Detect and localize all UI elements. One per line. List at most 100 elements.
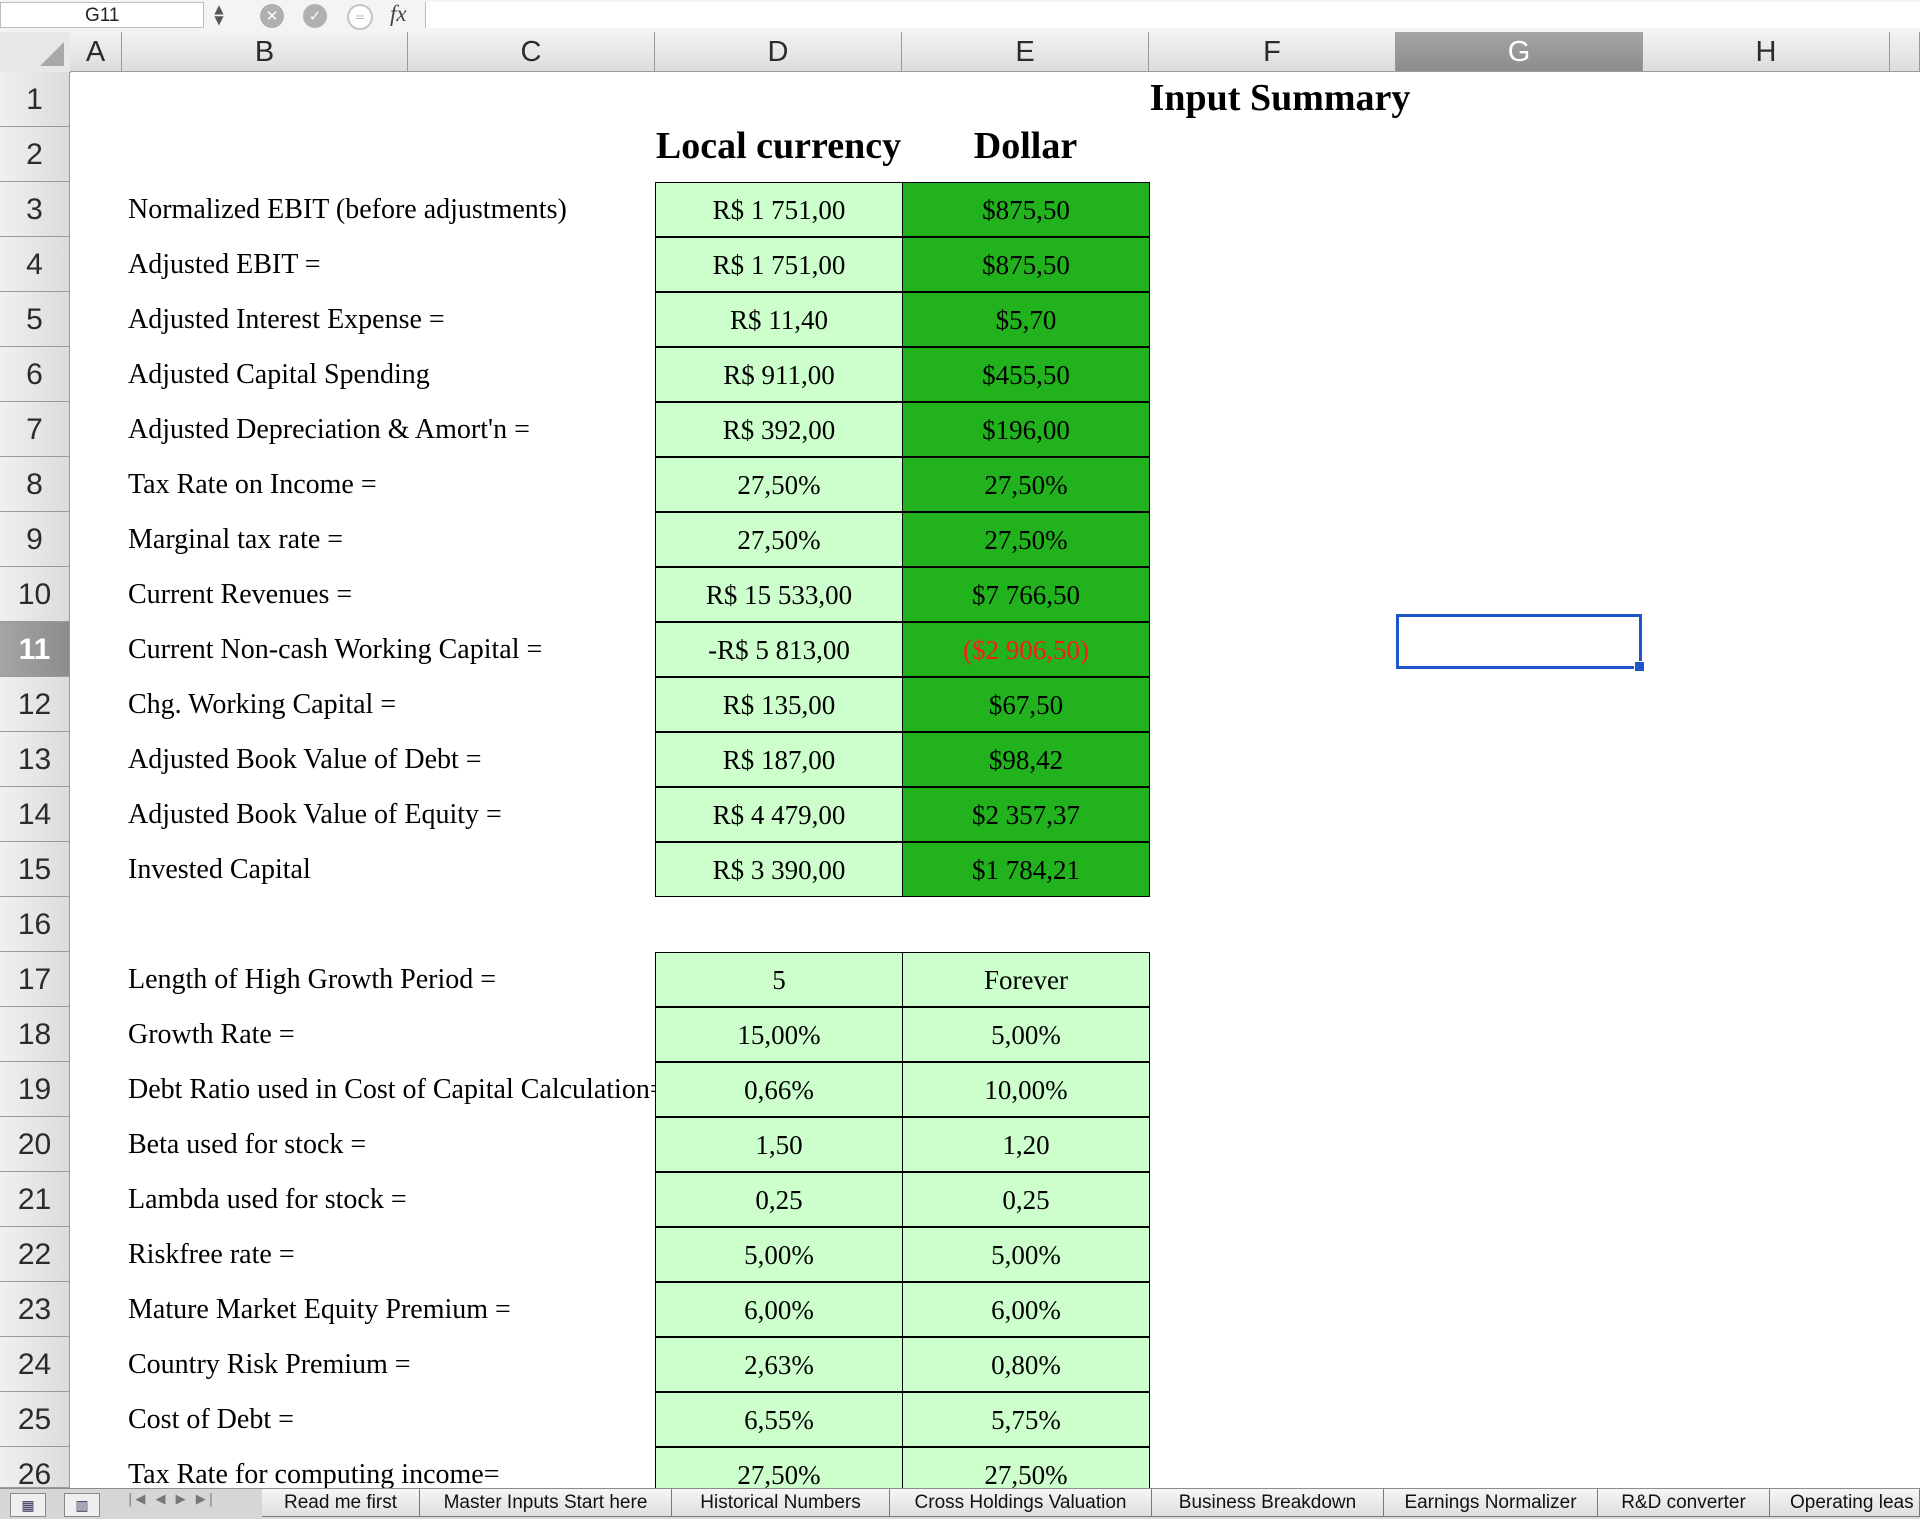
name-box-stepper-icon[interactable]: ▲ ▼: [210, 3, 228, 28]
row-header[interactable]: 16: [0, 897, 70, 952]
normal-view-icon[interactable]: ▦: [10, 1493, 46, 1517]
fill-handle[interactable]: [1634, 661, 1645, 672]
dollar-value-cell[interactable]: 5,75%: [902, 1392, 1150, 1447]
local-value-cell[interactable]: 0,25: [655, 1172, 903, 1227]
local-value-cell[interactable]: 27,50%: [655, 1447, 903, 1488]
name-box[interactable]: G11: [0, 2, 204, 28]
dollar-value-cell[interactable]: 0,80%: [902, 1337, 1150, 1392]
dollar-value-cell[interactable]: $2 357,37: [902, 787, 1150, 842]
row-header[interactable]: 9: [0, 512, 70, 567]
column-header-i[interactable]: [1890, 32, 1920, 72]
dollar-value-cell[interactable]: $875,50: [902, 182, 1150, 237]
column-header-h[interactable]: H: [1643, 32, 1890, 72]
local-value-cell[interactable]: 27,50%: [655, 457, 903, 512]
row-header[interactable]: 1: [0, 72, 70, 127]
dollar-value-cell[interactable]: $5,70: [902, 292, 1150, 347]
sheet-tab[interactable]: Historical Numbers: [672, 1489, 890, 1517]
column-header-g[interactable]: G: [1396, 32, 1643, 72]
dollar-value-cell[interactable]: $875,50: [902, 237, 1150, 292]
local-value-cell[interactable]: 6,55%: [655, 1392, 903, 1447]
sheet-tab[interactable]: Business Breakdown: [1152, 1489, 1384, 1517]
row-header[interactable]: 12: [0, 677, 70, 732]
local-value-cell[interactable]: R$ 3 390,00: [655, 842, 903, 897]
local-value-cell[interactable]: 15,00%: [655, 1007, 903, 1062]
page-layout-view-icon[interactable]: ▥: [64, 1493, 100, 1517]
local-value-cell[interactable]: 6,00%: [655, 1282, 903, 1337]
confirm-icon[interactable]: ✓: [303, 4, 327, 28]
column-header-a[interactable]: A: [70, 32, 122, 72]
sheet-tab[interactable]: Read me first: [262, 1489, 420, 1517]
row-header[interactable]: 3: [0, 182, 70, 237]
function-wizard-icon[interactable]: =: [347, 4, 373, 30]
row-header[interactable]: 25: [0, 1392, 70, 1447]
sheet-tab[interactable]: Operating leas: [1770, 1489, 1920, 1517]
row-header[interactable]: 8: [0, 457, 70, 512]
dollar-value-cell[interactable]: 5,00%: [902, 1227, 1150, 1282]
local-value-cell[interactable]: R$ 1 751,00: [655, 182, 903, 237]
row-header[interactable]: 4: [0, 237, 70, 292]
sheet-tab[interactable]: Earnings Normalizer: [1384, 1489, 1598, 1517]
select-all-corner[interactable]: [0, 32, 71, 73]
local-value-cell[interactable]: R$ 4 479,00: [655, 787, 903, 842]
dollar-value-cell[interactable]: $196,00: [902, 402, 1150, 457]
row-header[interactable]: 17: [0, 952, 70, 1007]
row-header[interactable]: 26: [0, 1447, 70, 1488]
sheet-navigation-icon[interactable]: |◀ ◀ ▶ ▶|: [128, 1492, 216, 1507]
row-header[interactable]: 2: [0, 127, 70, 182]
local-value-cell[interactable]: 2,63%: [655, 1337, 903, 1392]
row-header[interactable]: 22: [0, 1227, 70, 1282]
row-header[interactable]: 24: [0, 1337, 70, 1392]
row-header[interactable]: 19: [0, 1062, 70, 1117]
dollar-value-cell[interactable]: $67,50: [902, 677, 1150, 732]
formula-input[interactable]: [425, 2, 1920, 28]
sheet-tab[interactable]: Master Inputs Start here: [420, 1489, 672, 1517]
local-value-cell[interactable]: R$ 392,00: [655, 402, 903, 457]
cancel-icon[interactable]: ✕: [260, 4, 284, 28]
dollar-value-cell[interactable]: 0,25: [902, 1172, 1150, 1227]
dollar-value-cell[interactable]: 27,50%: [902, 457, 1150, 512]
local-value-cell[interactable]: 27,50%: [655, 512, 903, 567]
dollar-value-cell[interactable]: 6,00%: [902, 1282, 1150, 1337]
local-value-cell[interactable]: R$ 911,00: [655, 347, 903, 402]
dollar-value-cell[interactable]: 1,20: [902, 1117, 1150, 1172]
dollar-value-cell[interactable]: $1 784,21: [902, 842, 1150, 897]
row-header[interactable]: 14: [0, 787, 70, 842]
column-header-b[interactable]: B: [122, 32, 408, 72]
dollar-value-cell[interactable]: $7 766,50: [902, 567, 1150, 622]
dollar-value-cell[interactable]: 27,50%: [902, 512, 1150, 567]
row-header[interactable]: 23: [0, 1282, 70, 1337]
dollar-value-cell-negative[interactable]: ($2 906,50): [902, 622, 1150, 677]
local-value-cell[interactable]: R$ 11,40: [655, 292, 903, 347]
column-header-e[interactable]: E: [902, 32, 1149, 72]
dollar-value-cell[interactable]: 10,00%: [902, 1062, 1150, 1117]
sheet-tab[interactable]: Cross Holdings Valuation: [890, 1489, 1152, 1517]
dollar-value-cell[interactable]: 27,50%: [902, 1447, 1150, 1488]
local-value-cell[interactable]: R$ 135,00: [655, 677, 903, 732]
dollar-value-cell[interactable]: $455,50: [902, 347, 1150, 402]
row-header[interactable]: 10: [0, 567, 70, 622]
row-header[interactable]: 5: [0, 292, 70, 347]
column-header-f[interactable]: F: [1149, 32, 1396, 72]
dollar-value-cell[interactable]: 5,00%: [902, 1007, 1150, 1062]
column-header-d[interactable]: D: [655, 32, 902, 72]
row-header[interactable]: 6: [0, 347, 70, 402]
dollar-value-cell[interactable]: Forever: [902, 952, 1150, 1007]
dollar-value-cell[interactable]: $98,42: [902, 732, 1150, 787]
local-value-cell[interactable]: 5,00%: [655, 1227, 903, 1282]
column-header-c[interactable]: C: [408, 32, 655, 72]
selected-cell-g11[interactable]: [1396, 614, 1645, 672]
sheet-tab[interactable]: R&D converter: [1598, 1489, 1770, 1517]
local-value-cell[interactable]: -R$ 5 813,00: [655, 622, 903, 677]
row-header[interactable]: 21: [0, 1172, 70, 1227]
local-value-cell[interactable]: R$ 15 533,00: [655, 567, 903, 622]
row-header-active[interactable]: 11: [0, 622, 70, 677]
row-header[interactable]: 7: [0, 402, 70, 457]
row-header[interactable]: 13: [0, 732, 70, 787]
local-value-cell[interactable]: 1,50: [655, 1117, 903, 1172]
row-header[interactable]: 18: [0, 1007, 70, 1062]
row-header[interactable]: 15: [0, 842, 70, 897]
row-header[interactable]: 20: [0, 1117, 70, 1172]
local-value-cell[interactable]: 0,66%: [655, 1062, 903, 1117]
cell-grid[interactable]: Input Summary Local currency Dollar Norm…: [70, 72, 1920, 1488]
local-value-cell[interactable]: R$ 1 751,00: [655, 237, 903, 292]
